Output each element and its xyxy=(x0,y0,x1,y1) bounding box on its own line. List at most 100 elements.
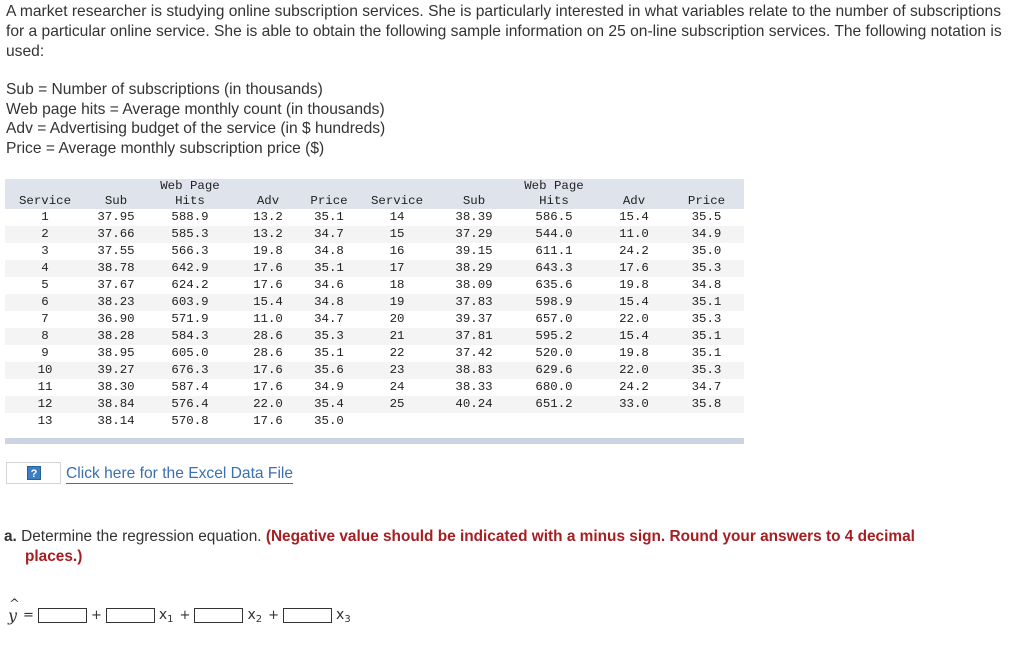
table-cell: 23 xyxy=(389,363,405,377)
table-cell: 38.39 xyxy=(455,210,493,224)
table-cell: 15 xyxy=(389,227,405,241)
table-cell: 37.67 xyxy=(97,278,135,292)
table-cell: 22.0 xyxy=(619,363,649,377)
plus-sign: + xyxy=(268,608,280,623)
hat-icon: ^ xyxy=(9,597,20,612)
table-cell: 33.0 xyxy=(619,397,649,411)
help-icon: ? xyxy=(27,466,41,480)
intro-paragraph: A market researcher is studying online s… xyxy=(6,3,1002,60)
table-cell: 38.83 xyxy=(455,363,493,377)
column-header-service: Service xyxy=(370,194,424,208)
table-cell: 38.23 xyxy=(97,295,135,309)
notation-definitions: Sub = Number of subscriptions (in thousa… xyxy=(6,80,385,158)
definition-sub: Sub = Number of subscriptions (in thousa… xyxy=(6,81,323,98)
table-cell: 19.8 xyxy=(619,346,649,360)
table-cell: 35.1 xyxy=(691,295,722,309)
question-hint: (Negative value should be indicated with… xyxy=(265,528,915,545)
table-cell: 13.2 xyxy=(253,210,283,224)
table-cell xyxy=(669,413,744,430)
table-cell: 651.2 xyxy=(535,397,573,411)
data-table: Web Page Web Page Service Sub Hits Adv P… xyxy=(5,179,744,438)
table-cell: 17.6 xyxy=(619,261,649,275)
table-cell: 38.28 xyxy=(97,329,135,343)
table-cell: 15.4 xyxy=(619,295,649,309)
coefficient-x3-input[interactable] xyxy=(283,608,333,623)
table-cell: 16 xyxy=(389,244,405,258)
table-cell: 35.6 xyxy=(314,363,344,377)
table-cell: 37.55 xyxy=(97,244,135,258)
coefficient-x2-input[interactable] xyxy=(194,608,244,623)
column-header-sub: Sub xyxy=(462,194,486,208)
definition-price: Price = Average monthly subscription pri… xyxy=(6,139,325,157)
table-header-cell xyxy=(5,179,85,194)
table-cell: 8 xyxy=(41,329,49,343)
table-cell: 24.2 xyxy=(619,244,649,258)
table-row: 5 37.67 624.2 17.6 34.6 18 38.09 635.6 19.8 34.8 xyxy=(5,277,744,294)
table-cell: 38.09 xyxy=(455,278,493,292)
table-header-cell xyxy=(233,179,303,194)
table-cell: 38.33 xyxy=(455,380,493,394)
table-cell: 10 xyxy=(37,363,53,377)
table-cell: 17.6 xyxy=(253,261,283,275)
table-cell: 39.15 xyxy=(455,244,493,258)
table-cell: 680.0 xyxy=(535,380,573,394)
table-cell: 38.14 xyxy=(97,414,135,428)
table-cell: 17.6 xyxy=(253,414,283,428)
table-cell: 35.8 xyxy=(691,397,722,411)
table-cell: 588.9 xyxy=(171,210,209,224)
table-spacer-row xyxy=(5,430,744,438)
table-cell: 35.5 xyxy=(691,210,722,224)
table-cell: 13.2 xyxy=(253,227,283,241)
table-cell: 14 xyxy=(389,210,405,224)
intercept-input[interactable] xyxy=(37,608,87,623)
table-cell: 7 xyxy=(41,312,49,326)
table-cell: 38.78 xyxy=(97,261,135,275)
table-cell: 2 xyxy=(41,227,49,241)
table-header-cell xyxy=(355,179,439,194)
table-cell: 24 xyxy=(389,380,405,394)
excel-link-row: ? Click here for the Excel Data File xyxy=(6,462,294,484)
table-header-cell: Web Page xyxy=(524,179,584,193)
table-header-cell xyxy=(439,179,509,194)
problem-intro: A market researcher is studying online s… xyxy=(6,2,1021,62)
table-cell: 34.8 xyxy=(314,295,344,309)
column-header-service: Service xyxy=(18,194,72,208)
table-cell: 603.9 xyxy=(171,295,209,309)
table-cell xyxy=(509,413,599,430)
table-cell: 624.2 xyxy=(171,278,209,292)
table-cell xyxy=(355,413,439,430)
column-header-price: Price xyxy=(310,194,348,208)
coefficient-x1-input[interactable] xyxy=(105,608,155,623)
table-cell: 34.8 xyxy=(314,244,344,258)
table-cell: 11.0 xyxy=(619,227,649,241)
table-cell: 38.95 xyxy=(97,346,135,360)
table-cell: 18 xyxy=(389,278,405,292)
table-cell: 39.27 xyxy=(97,363,135,377)
table-row: 1 37.95 588.9 13.2 35.1 14 38.39 586.5 15.4 35.5 xyxy=(5,209,744,226)
table-cell: 6 xyxy=(41,295,49,309)
table-cell: 28.6 xyxy=(253,329,283,343)
table-cell: 35.3 xyxy=(691,312,722,326)
table-row: 7 36.90 571.9 11.0 34.7 20 39.37 657.0 22.0 35.3 xyxy=(5,311,744,328)
plus-sign: + xyxy=(90,608,102,623)
table-cell: 36.90 xyxy=(97,312,135,326)
table-cell: 544.0 xyxy=(535,227,573,241)
question-hint-continued: places.) xyxy=(25,548,83,565)
table-header-top-row: Web Page Web Page xyxy=(5,179,744,194)
table-cell: 642.9 xyxy=(171,261,209,275)
help-button[interactable]: ? xyxy=(6,462,61,484)
table-header-cell xyxy=(85,179,147,194)
table-cell: 576.4 xyxy=(171,397,209,411)
table-cell: 22.0 xyxy=(253,397,283,411)
table-cell: 19 xyxy=(389,295,405,309)
table-cell: 15.4 xyxy=(619,329,649,343)
table-header-cell: Web Page xyxy=(160,179,220,193)
table-cell: 25 xyxy=(389,397,405,411)
table-row: 4 38.78 642.9 17.6 35.1 17 38.29 643.3 17.6 35.3 xyxy=(5,260,744,277)
table-cell: 35.0 xyxy=(691,244,722,258)
table-cell xyxy=(599,413,669,430)
table-cell: 37.83 xyxy=(455,295,493,309)
excel-data-file-link[interactable]: Click here for the Excel Data File xyxy=(66,465,294,484)
table-cell: 39.37 xyxy=(455,312,493,326)
table-row: 3 37.55 566.3 19.8 34.8 16 39.15 611.1 24.2 35.0 xyxy=(5,243,744,260)
